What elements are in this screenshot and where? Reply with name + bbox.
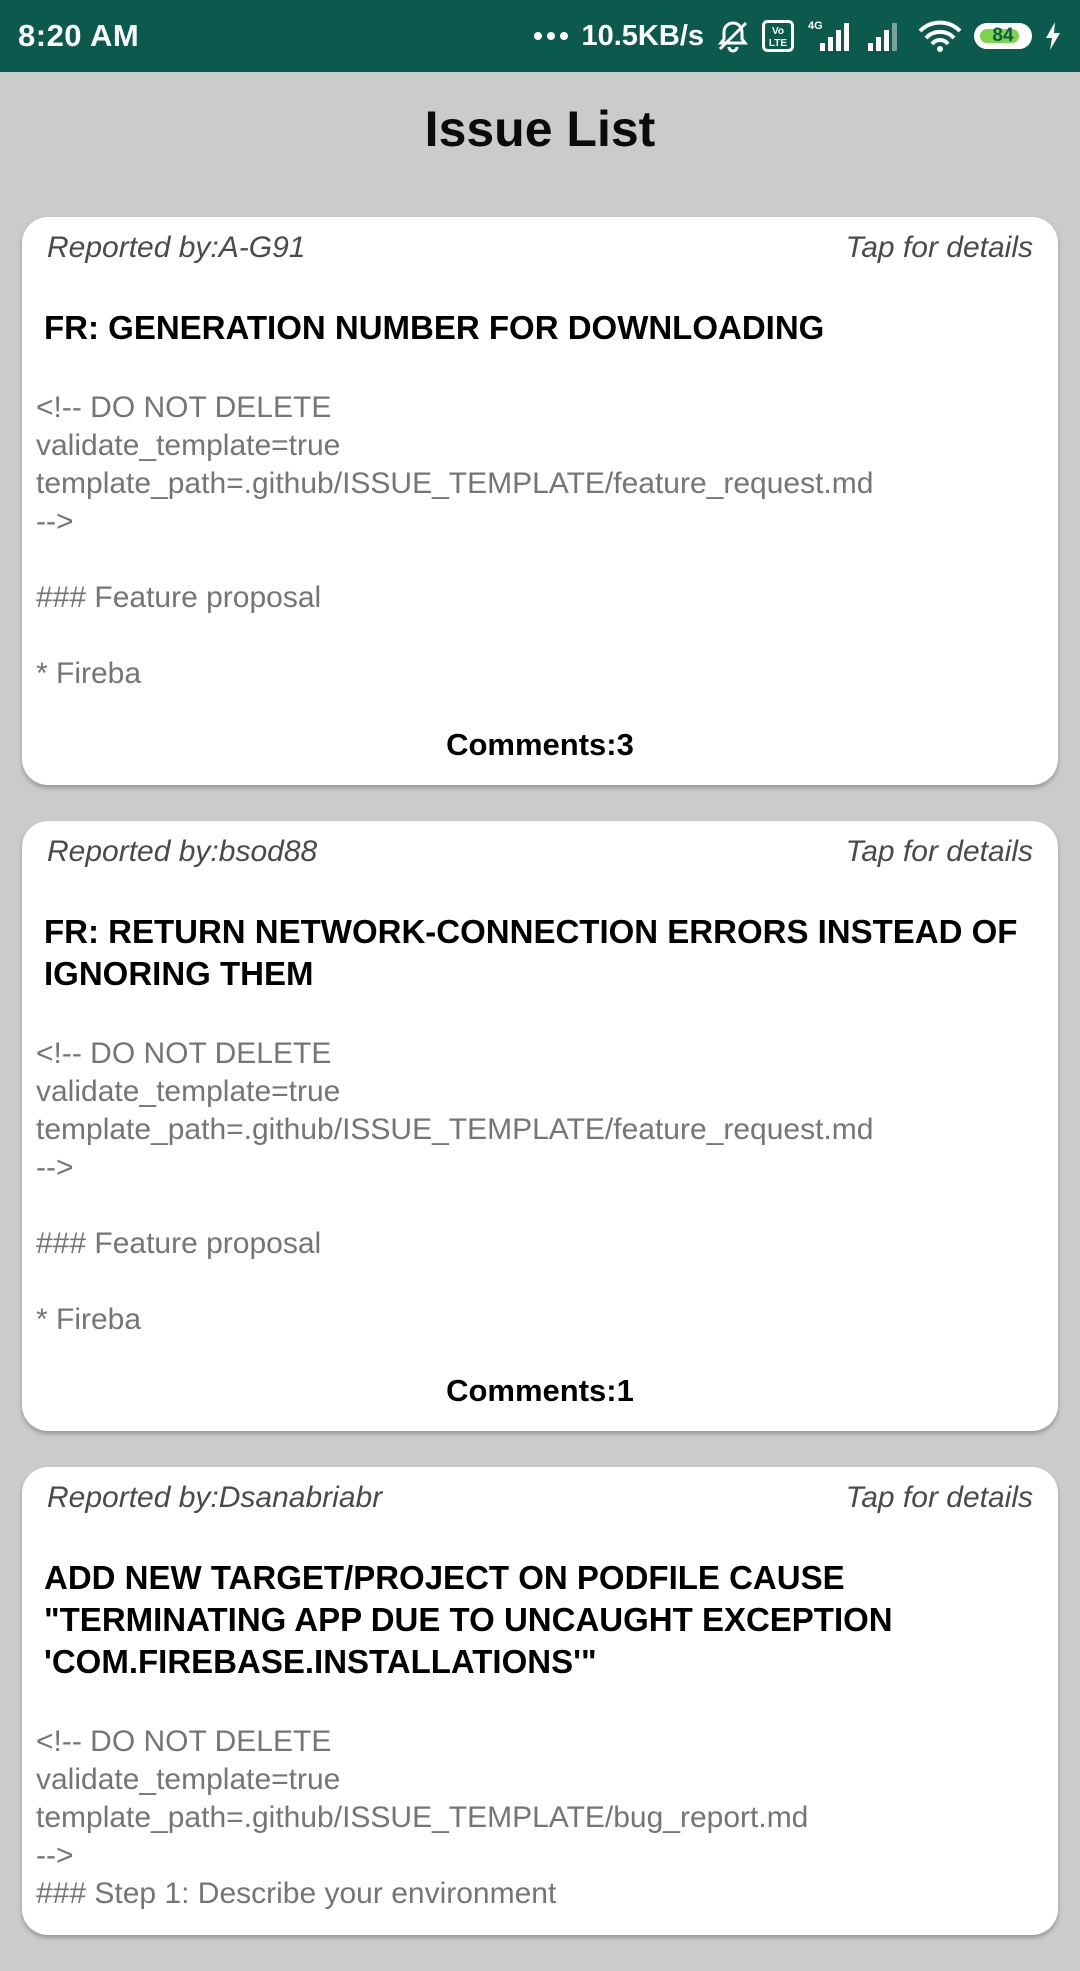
wifi-icon (918, 19, 962, 53)
svg-text:LTE: LTE (769, 38, 787, 49)
battery-level: 84 (992, 25, 1014, 46)
charging-icon (1044, 21, 1062, 51)
volte-label: Vo (772, 26, 784, 37)
status-icons: 10.5KB/s Vo LTE 4G 84 (533, 19, 1062, 53)
reporter-label: Reported by:A-G91 (47, 231, 306, 264)
issue-body: <!-- DO NOT DELETE validate_template=tru… (36, 391, 874, 690)
volte-icon: Vo LTE (762, 20, 794, 52)
comments-count: Comments:1 (446, 1373, 634, 1408)
card-meta: Reported by:bsod88 Tap for details (22, 835, 1058, 869)
signal-4g-icon: 4G (806, 19, 854, 53)
issue-list[interactable]: Reported by:A-G91 Tap for details FR: GE… (22, 217, 1058, 1971)
issue-body: <!-- DO NOT DELETE validate_template=tru… (36, 1725, 809, 1910)
issue-card[interactable]: Reported by:A-G91 Tap for details FR: GE… (22, 217, 1058, 785)
reporter-label: Reported by:Dsanabriabr (47, 1481, 383, 1514)
mute-bell-icon (716, 19, 750, 53)
comments-count: Comments:3 (446, 727, 634, 762)
card-meta: Reported by:Dsanabriabr Tap for details (22, 1481, 1058, 1515)
reporter-label: Reported by:bsod88 (47, 835, 318, 868)
battery-icon: 84 (974, 23, 1032, 49)
status-time: 8:20 AM (18, 18, 140, 53)
tap-for-details[interactable]: Tap for details (846, 835, 1033, 869)
issue-title: FR: GENERATION NUMBER FOR DOWNLOADING (44, 309, 825, 346)
network-type-label: 4G (808, 20, 823, 32)
issue-body: <!-- DO NOT DELETE validate_template=tru… (36, 1037, 874, 1336)
network-speed: 10.5KB/s (581, 19, 704, 52)
signal-icon (866, 19, 906, 53)
card-meta: Reported by:A-G91 Tap for details (22, 231, 1058, 265)
issue-card[interactable]: Reported by:Dsanabriabr Tap for details … (22, 1467, 1058, 1935)
issue-title: ADD NEW TARGET/PROJECT ON PODFILE CAUSE … (44, 1559, 893, 1680)
issue-card[interactable]: Reported by:bsod88 Tap for details FR: R… (22, 821, 1058, 1431)
tap-for-details[interactable]: Tap for details (846, 1481, 1033, 1515)
more-dots-icon (533, 31, 569, 41)
issue-title: FR: RETURN NETWORK-CONNECTION ERRORS INS… (44, 913, 1018, 992)
tap-for-details[interactable]: Tap for details (846, 231, 1033, 265)
page-title: Issue List (424, 101, 656, 157)
status-bar: 8:20 AM 10.5KB/s Vo LTE 4G 84 (0, 0, 1080, 72)
